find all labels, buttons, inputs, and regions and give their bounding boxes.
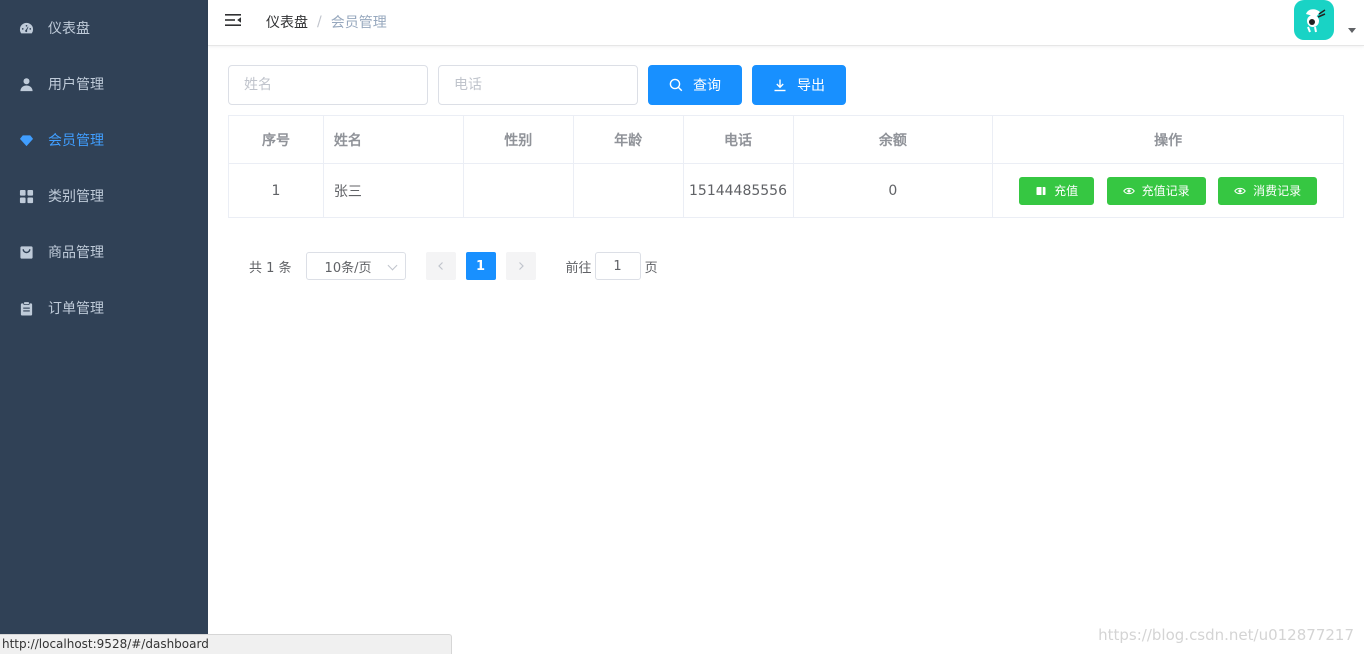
avatar[interactable] [1294, 0, 1334, 40]
hamburger-icon[interactable] [224, 11, 242, 29]
search-button[interactable]: 查询 [648, 65, 742, 105]
browser-status-bar: http://localhost:9528/#/dashboard [0, 634, 452, 654]
sidebar-item-label: 类别管理 [48, 189, 104, 205]
name-input[interactable] [228, 65, 428, 105]
chevron-left-icon [437, 262, 443, 270]
cell-gender [462, 163, 574, 218]
eye-icon [1234, 187, 1246, 194]
sidebar: 仪表盘 用户管理 会员管理 类别管理 商品管理 订单管理 [0, 0, 208, 654]
cell-name: 张三 [322, 163, 464, 218]
download-icon [774, 79, 786, 92]
shopping-icon [18, 244, 34, 260]
user-icon [18, 76, 34, 92]
sidebar-item-label: 订单管理 [48, 301, 104, 317]
sidebar-item-users[interactable]: 用户管理 [0, 56, 208, 112]
goto-page: 前往 页 [566, 252, 658, 280]
grid-icon [18, 188, 34, 204]
member-table: 序号 姓名 性别 年龄 电话 余额 操作 1 张三 15144485556 0 … [228, 115, 1344, 218]
export-button[interactable]: 导出 [752, 65, 846, 105]
pagination-total: 共 1 条 [249, 260, 292, 276]
consumption-history-button[interactable]: 消费记录 [1218, 176, 1318, 205]
sidebar-item-dashboard[interactable]: 仪表盘 [0, 0, 208, 56]
next-page-button[interactable] [505, 252, 536, 280]
cell-index: 1 [228, 163, 324, 218]
breadcrumb-separator: / [317, 14, 322, 30]
recharge-button-label: 充值 [1054, 184, 1079, 198]
diamond-icon [18, 132, 34, 148]
column-header-actions: 操作 [992, 115, 1344, 164]
caret-down-icon[interactable] [1348, 28, 1356, 33]
search-button-label: 查询 [693, 78, 721, 94]
recharge-history-button-label: 充值记录 [1141, 184, 1190, 198]
page-number-current[interactable]: 1 [465, 252, 496, 280]
sidebar-item-orders[interactable]: 订单管理 [0, 280, 208, 336]
sidebar-item-label: 商品管理 [48, 245, 104, 261]
table-header-row: 序号 姓名 性别 年龄 电话 余额 操作 [228, 115, 1344, 164]
cell-phone: 15144485556 [682, 163, 794, 218]
search-icon [669, 78, 683, 92]
phone-input[interactable] [438, 65, 638, 105]
sidebar-item-label: 仪表盘 [48, 21, 90, 37]
sidebar-item-members[interactable]: 会员管理 [0, 112, 208, 168]
sidebar-item-products[interactable]: 商品管理 [0, 224, 208, 280]
column-header-name: 姓名 [322, 115, 464, 164]
column-header-gender: 性别 [462, 115, 574, 164]
page-size-value: 10条/页 [324, 260, 372, 276]
sidebar-item-label: 用户管理 [48, 77, 104, 93]
goto-page-input[interactable] [594, 252, 641, 280]
cell-age [572, 163, 684, 218]
pagination: 共 1 条 10条/页 1 前往 页 [249, 252, 658, 280]
column-header-age: 年龄 [572, 115, 684, 164]
column-header-index: 序号 [228, 115, 324, 164]
consumption-history-button-label: 消费记录 [1253, 184, 1302, 198]
chevron-right-icon [518, 262, 524, 270]
breadcrumb-current: 会员管理 [330, 15, 387, 31]
recharge-button[interactable]: 充值 [1019, 176, 1095, 205]
goto-prefix: 前往 [565, 260, 592, 276]
goto-suffix: 页 [644, 260, 658, 276]
column-header-phone: 电话 [682, 115, 794, 164]
prev-page-button[interactable] [425, 252, 456, 280]
sidebar-item-categories[interactable]: 类别管理 [0, 168, 208, 224]
wallet-icon [1036, 186, 1046, 195]
sidebar-item-label: 会员管理 [48, 133, 104, 149]
eye-icon [1122, 187, 1135, 194]
watermark: https://blog.csdn.net/u012877217 [1098, 626, 1354, 644]
cell-actions: 充值 充值记录 消费记录 [992, 163, 1344, 218]
table-row: 1 张三 15144485556 0 充值 充值记录 消费记录 [228, 163, 1344, 218]
recharge-history-button[interactable]: 充值记录 [1106, 176, 1206, 205]
page-size-select[interactable]: 10条/页 [305, 252, 406, 280]
breadcrumb: 仪表盘 / 会员管理 [266, 12, 387, 32]
export-button-label: 导出 [797, 78, 825, 94]
cell-balance: 0 [792, 163, 994, 218]
clipboard-icon [18, 300, 34, 316]
filter-bar: 查询 导出 [228, 65, 856, 105]
navbar: 仪表盘 / 会员管理 [208, 0, 1364, 46]
chevron-down-icon [387, 260, 397, 271]
breadcrumb-dashboard[interactable]: 仪表盘 [266, 12, 308, 32]
dashboard-icon [18, 20, 34, 36]
avatar-image [1306, 9, 1326, 33]
column-header-balance: 余额 [792, 115, 994, 164]
